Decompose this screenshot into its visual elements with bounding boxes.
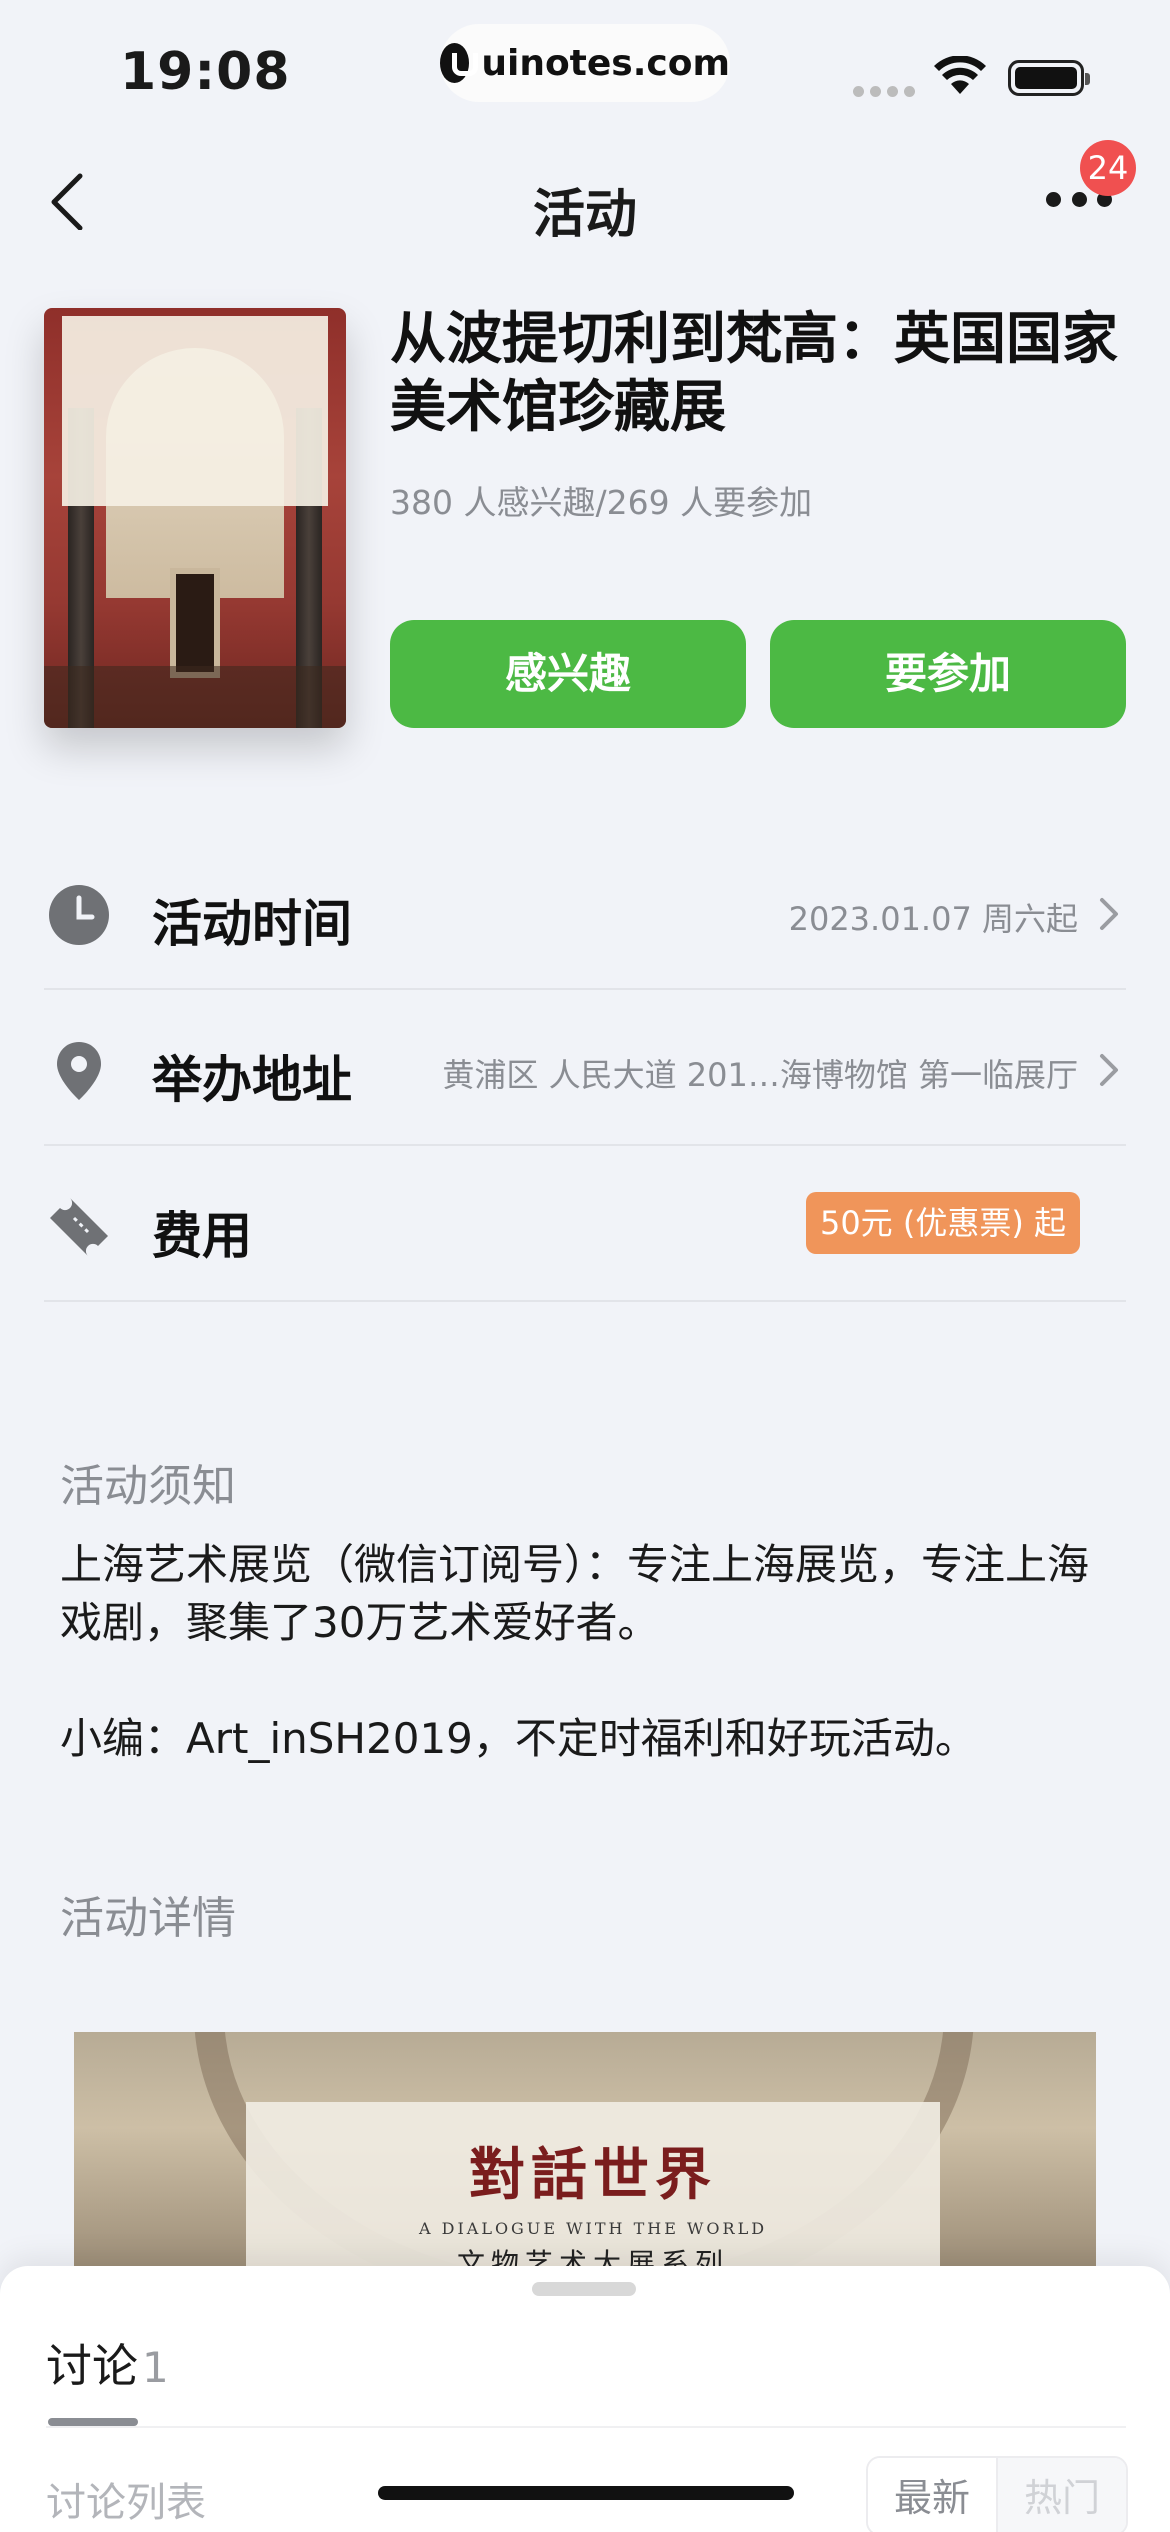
location-pin-icon: [57, 1042, 101, 1100]
details-image-panel: 對話世界 A DIALOGUE WITH THE WORLD 文物艺术大展系列: [246, 2102, 940, 2272]
notice-title: 活动须知: [60, 1461, 236, 1512]
discussion-list-title: 讨论列表: [46, 2480, 206, 2526]
event-fee-row: 费用 50元 (优惠票) 起: [44, 1146, 1126, 1302]
details-image-subtitle-en: A DIALOGUE WITH THE WORLD: [418, 2219, 768, 2238]
event-address-label: 举办地址: [152, 1051, 352, 1109]
battery-icon: [1008, 60, 1090, 96]
join-button[interactable]: 要参加: [770, 620, 1126, 728]
url-text: uinotes.com: [481, 42, 730, 84]
notification-badge: 24: [1080, 140, 1136, 196]
details-title: 活动详情: [60, 1893, 236, 1944]
fee-price-tag: 50元 (优惠票) 起: [805, 1192, 1080, 1254]
event-time-row[interactable]: 活动时间 2023.01.07 周六起: [44, 834, 1126, 990]
cellular-signal-icon: [853, 86, 915, 97]
sheet-drag-handle[interactable]: [532, 2282, 636, 2296]
clock-icon: [49, 885, 109, 945]
url-pill[interactable]: uinotes.com: [440, 24, 730, 102]
sort-hot-button[interactable]: 热门: [998, 2458, 1126, 2532]
event-title: 从波提切利到梵高：英国国家美术馆珍藏展: [390, 307, 1118, 440]
site-logo-icon: [440, 43, 479, 83]
interest-button[interactable]: 感兴趣: [390, 620, 746, 728]
tab-discussion[interactable]: 讨论1: [46, 2330, 169, 2396]
nav-bar: 活动: [0, 150, 1170, 250]
wifi-icon: [934, 56, 986, 94]
event-time-value: 2023.01.07 周六起: [788, 900, 1078, 938]
chevron-right-icon: [1100, 898, 1118, 930]
tab-discussion-label: 讨论: [46, 2339, 138, 2393]
event-fee-label: 费用: [152, 1207, 252, 1265]
event-address-row[interactable]: 举办地址 黄浦区 人民大道 201…海博物馆 第一临展厅: [44, 990, 1126, 1146]
status-bar: 19:08 uinotes.com: [0, 0, 1170, 140]
event-poster[interactable]: [44, 308, 346, 728]
poster-banner: [62, 316, 328, 506]
chevron-right-icon: [1100, 1054, 1118, 1086]
notice-paragraph: 上海艺术展览（微信订阅号）：专注上海展览，专注上海戏剧，聚集了30万艺术爱好者。: [60, 1540, 1090, 1647]
divider: [46, 2426, 1126, 2428]
status-time: 19:08: [120, 42, 291, 102]
tab-discussion-count: 1: [142, 2343, 169, 2392]
event-stats: 380 人感兴趣/269 人要参加: [390, 483, 813, 522]
details-image[interactable]: 對話世界 A DIALOGUE WITH THE WORLD 文物艺术大展系列: [74, 2032, 1096, 2272]
sort-toggle: 最新 热门: [866, 2456, 1128, 2532]
notice-paragraph: 小编：Art_inSH2019，不定时福利和好玩活动。: [60, 1714, 977, 1763]
notice-body: 上海艺术展览（微信订阅号）：专注上海展览，专注上海戏剧，聚集了30万艺术爱好者。…: [60, 1536, 1120, 1826]
tab-active-indicator: [48, 2418, 138, 2426]
sort-latest-button[interactable]: 最新: [868, 2458, 998, 2532]
home-indicator[interactable]: [378, 2486, 794, 2500]
details-image-logo: 對話世界: [469, 2142, 717, 2208]
ticket-icon: [50, 1198, 108, 1256]
event-time-label: 活动时间: [152, 895, 352, 953]
event-address-value: 黄浦区 人民大道 201…海博物馆 第一临展厅: [442, 1056, 1078, 1094]
page-title: 活动: [532, 185, 637, 245]
